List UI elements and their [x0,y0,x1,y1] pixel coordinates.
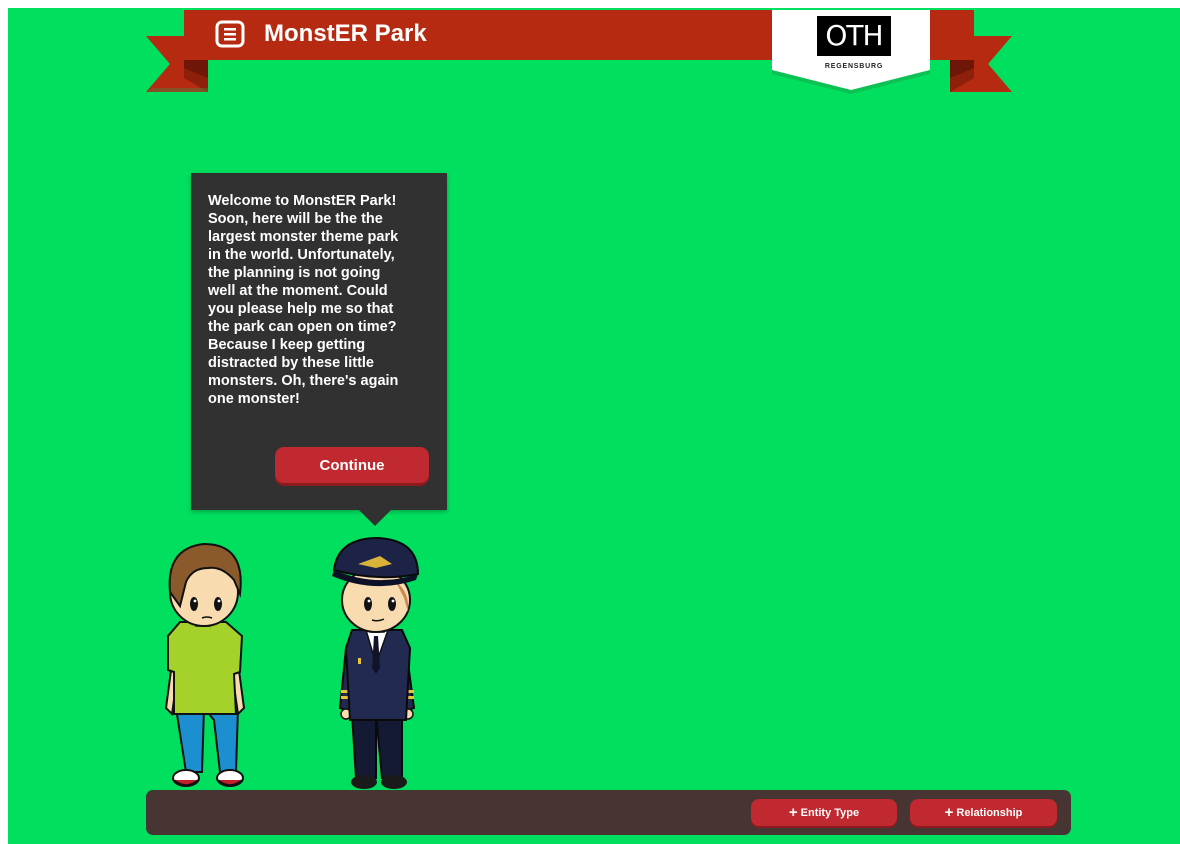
plus-icon: + [788,803,798,821]
welcome-dialog: Welcome to MonstER Park! Soon, here will… [191,173,447,526]
app-title: MonstER Park [264,20,427,47]
continue-button[interactable]: Continue [275,447,429,483]
plus-icon: + [944,803,954,821]
bottom-toolbar: + Entity Type + Relationship [146,790,1071,835]
grass-background [8,8,1180,844]
add-relationship-label: Relationship [956,806,1023,819]
game-canvas[interactable]: MonstER Park OTH REGENSBURG Welcome to M… [8,8,1180,844]
add-entity-type-label: Entity Type [800,806,860,819]
add-relationship-button[interactable]: + Relationship [910,799,1057,826]
oth-logo: OTH [817,16,891,56]
logo-text: OTH [825,19,883,52]
menu-list-icon[interactable] [215,20,245,48]
title-banner [146,10,1012,94]
dialog-text: Welcome to MonstER Park! Soon, here will… [208,193,399,407]
add-entity-type-button[interactable]: + Entity Type [751,799,897,826]
logo-subtext: REGENSBURG [824,63,884,70]
